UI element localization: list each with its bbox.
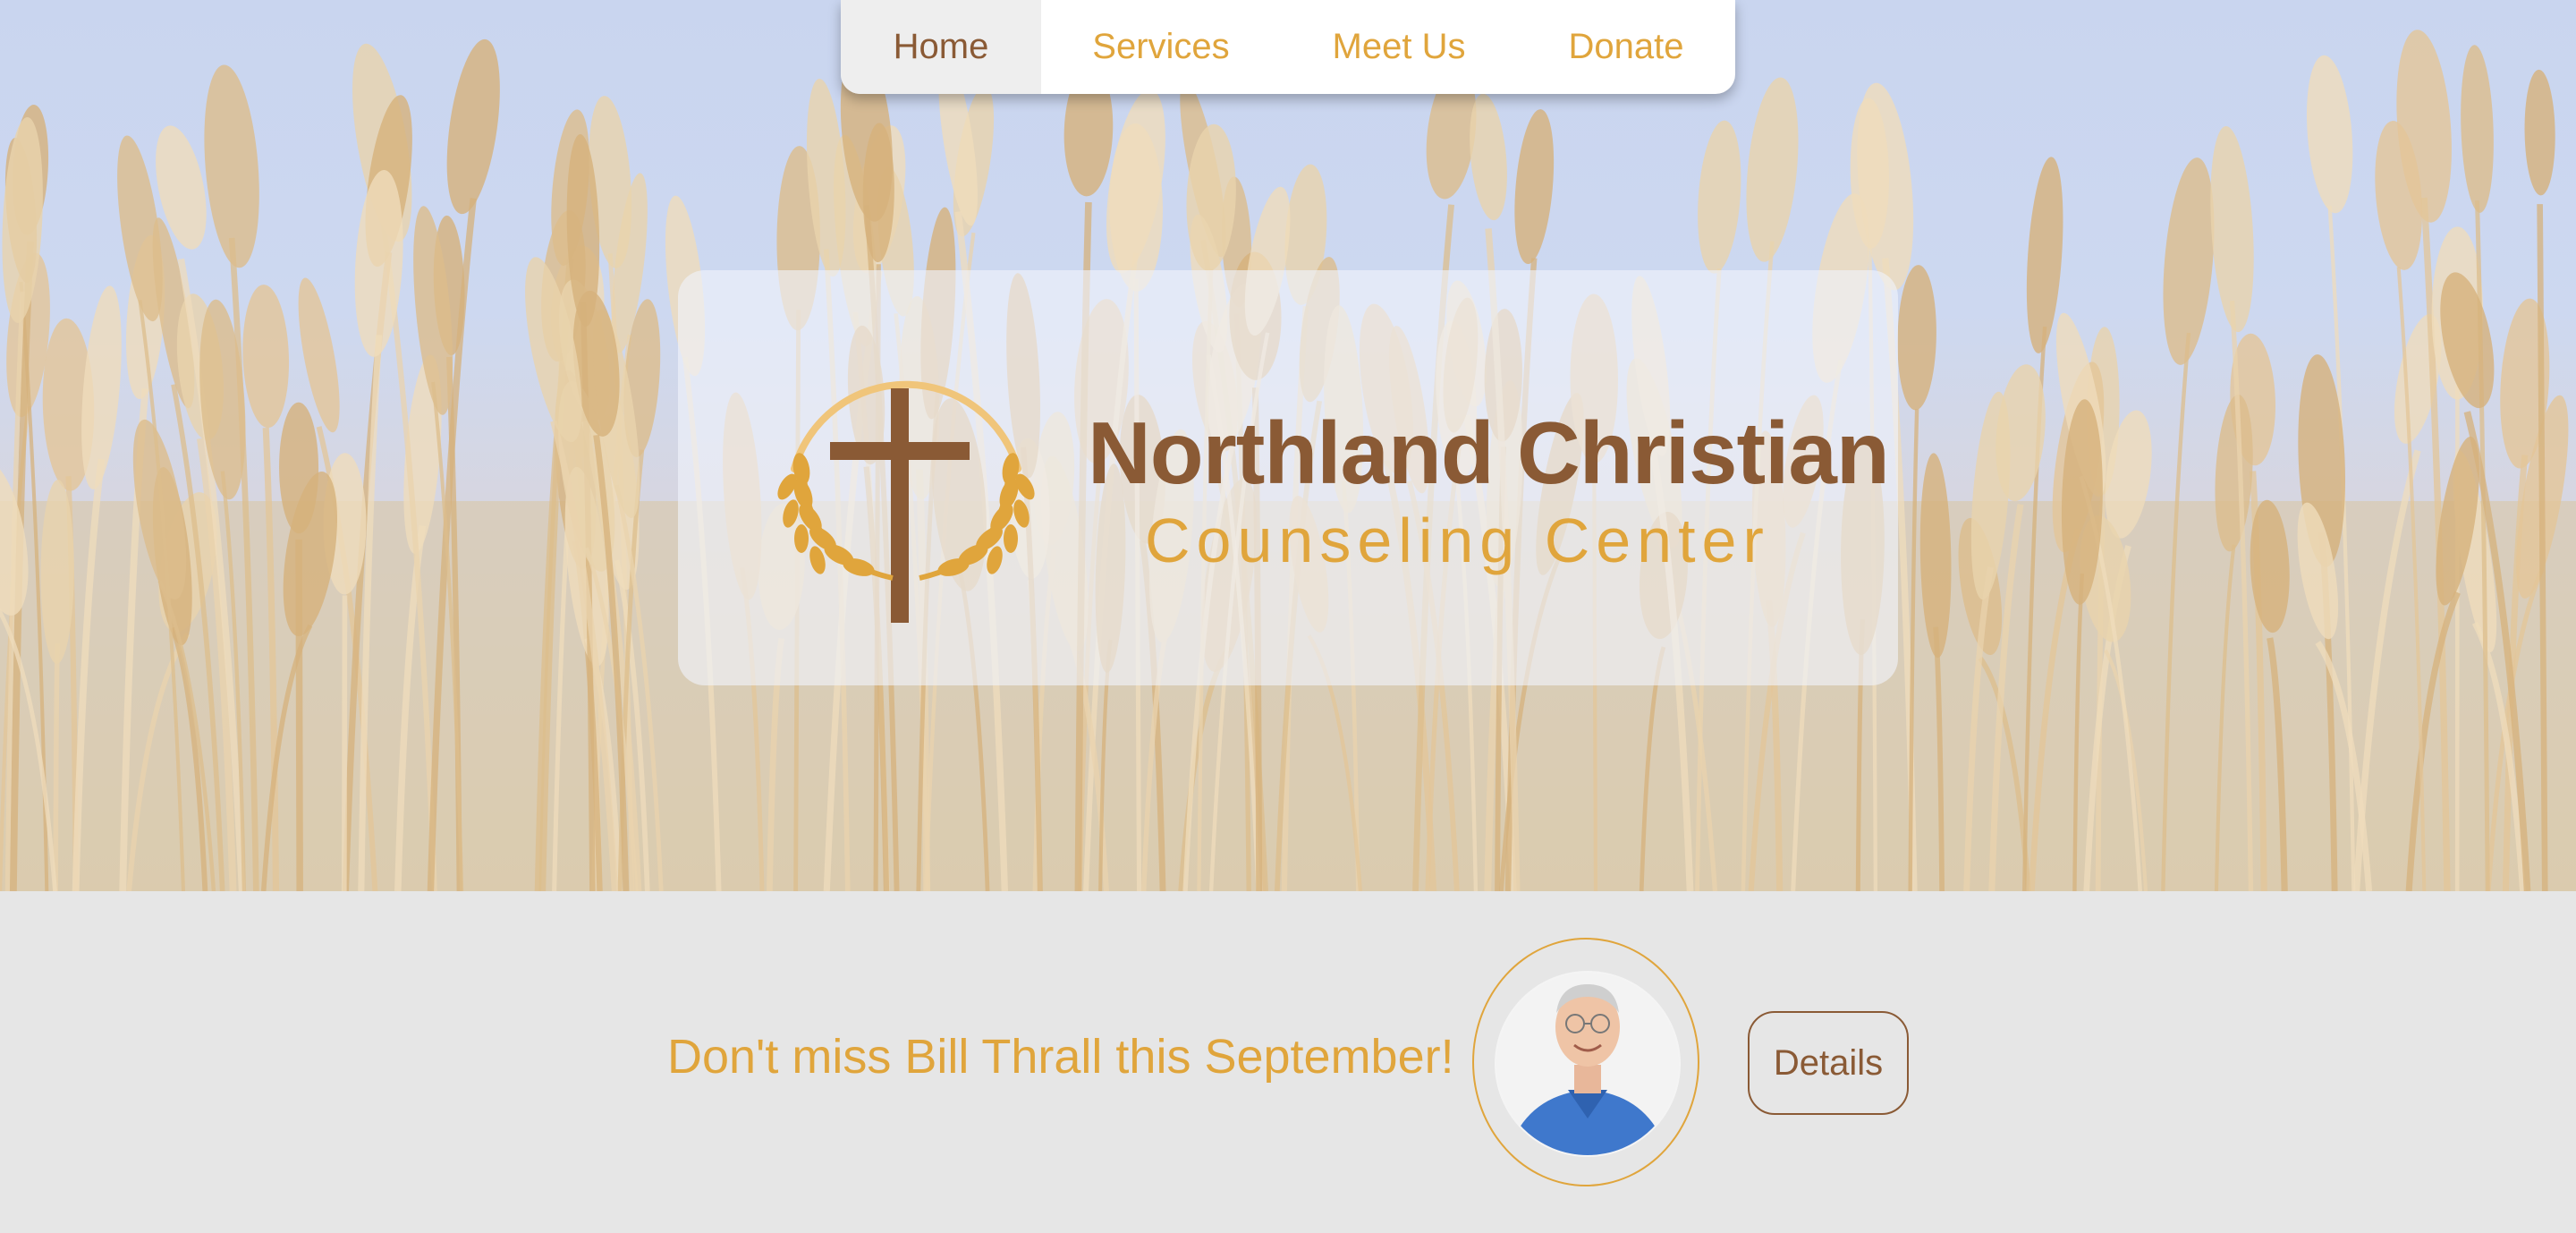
main-nav: Home Services Meet Us Donate xyxy=(841,0,1735,94)
details-button[interactable]: Details xyxy=(1748,1011,1909,1115)
nav-services[interactable]: Services xyxy=(1041,0,1281,94)
person-icon xyxy=(1495,971,1681,1157)
logo-subtitle: Counseling Center xyxy=(1145,506,1770,575)
nav-home[interactable]: Home xyxy=(841,0,1041,94)
nav-donate[interactable]: Donate xyxy=(1517,0,1735,94)
promo-text: Don't miss Bill Thrall this September! xyxy=(667,1030,1454,1084)
logo-title: Northland Christian xyxy=(1088,404,1890,502)
cross-with-wheat-wreath-icon xyxy=(777,380,1035,623)
speaker-portrait xyxy=(1472,938,1699,1186)
nav-meet-us[interactable]: Meet Us xyxy=(1281,0,1517,94)
logo-card: Northland Christian Counseling Center xyxy=(678,270,1898,685)
